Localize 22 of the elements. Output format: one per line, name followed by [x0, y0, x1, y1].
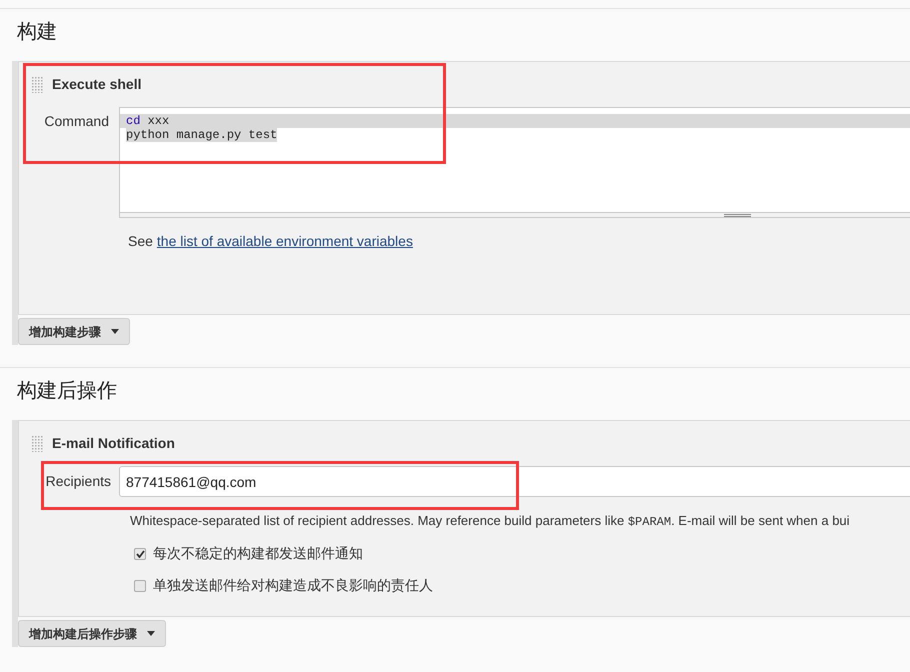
resize-grip-icon[interactable] [724, 214, 751, 217]
caret-icon [147, 631, 155, 636]
checkbox[interactable] [134, 548, 146, 560]
field-label: Command [43, 112, 110, 131]
help-text: Whitespace-separated list of recipient addresses. May reference build parameters like $PARAM. E-mail will be sent when a bui [130, 513, 850, 528]
step-title: Execute shell [52, 75, 142, 94]
recipients-field[interactable]: 877415861@qq.com [119, 466, 910, 497]
field-label: Recipients [44, 472, 112, 491]
step-title: E-mail Notification [52, 434, 175, 453]
drag-handle-icon[interactable] [32, 76, 44, 92]
environment-variables-link[interactable]: the list of available environment variables [156, 231, 413, 252]
checkbox[interactable] [134, 580, 146, 592]
add-step-button[interactable]: 增加构建步骤 [18, 318, 130, 345]
command-editor[interactable]: cd xxx python manage.py test [119, 107, 910, 218]
caret-icon [111, 329, 119, 334]
drag-handle-icon[interactable] [32, 436, 44, 452]
section-heading: 构建后操作 [16, 379, 118, 404]
checkbox-label: 单独发送邮件给对构建造成不良影响的责任人 [153, 576, 433, 595]
section-heading: 构建 [16, 20, 58, 45]
add-step-button[interactable]: 增加构建后操作步骤 [18, 620, 166, 647]
help-text: See [128, 232, 153, 251]
checkbox-label: 每次不稳定的构建都发送邮件通知 [153, 544, 363, 563]
